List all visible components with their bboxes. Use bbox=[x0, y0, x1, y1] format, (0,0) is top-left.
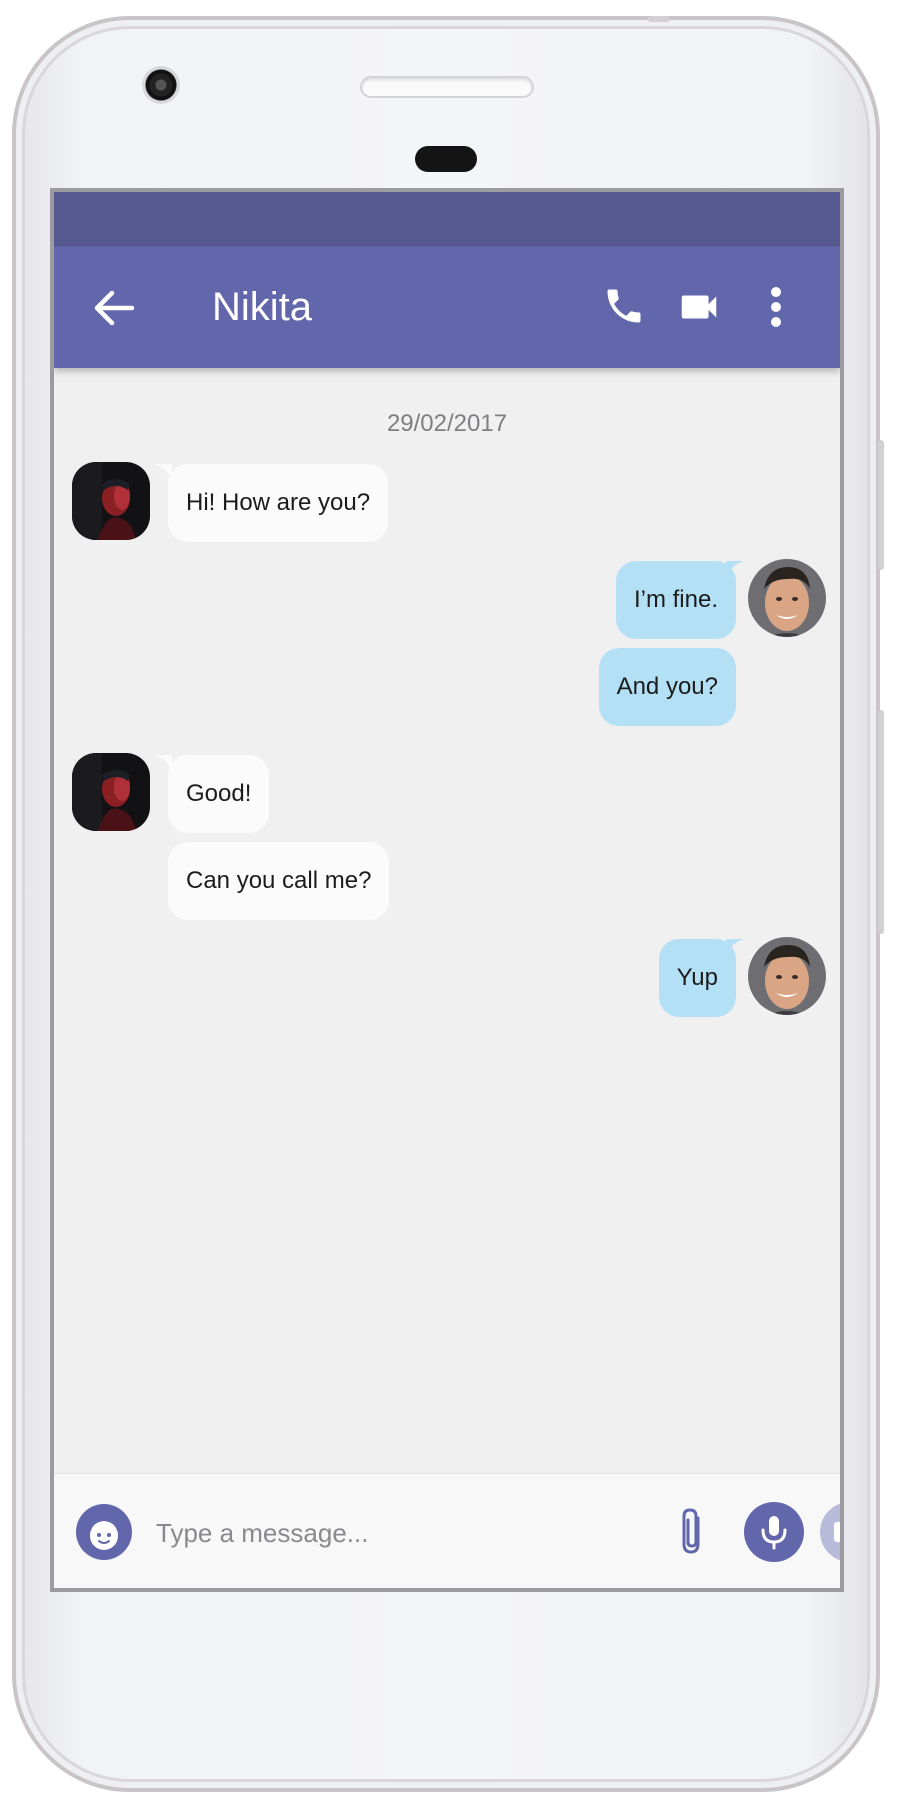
back-arrow-icon[interactable] bbox=[92, 288, 136, 328]
more-vert-icon[interactable] bbox=[766, 284, 786, 330]
app-bar: Nikita bbox=[54, 246, 840, 368]
status-bar bbox=[54, 192, 840, 246]
volume-button bbox=[878, 710, 884, 934]
message-bubble-incoming[interactable]: Good! bbox=[168, 755, 270, 833]
chat-date-divider: 29/02/2017 bbox=[386, 410, 508, 437]
power-button bbox=[878, 440, 884, 570]
contact-avatar[interactable] bbox=[72, 753, 150, 831]
phone-icon[interactable] bbox=[602, 284, 646, 328]
message-bubble-outgoing[interactable]: And you? bbox=[598, 648, 736, 726]
extra-action-button[interactable] bbox=[820, 1502, 840, 1562]
earpiece-speaker bbox=[360, 76, 534, 98]
front-camera bbox=[142, 66, 180, 104]
contact-avatar[interactable] bbox=[72, 462, 150, 540]
message-input[interactable] bbox=[154, 1504, 598, 1562]
proximity-sensor bbox=[415, 146, 477, 172]
paperclip-icon[interactable] bbox=[674, 1506, 710, 1558]
message-composer bbox=[54, 1473, 840, 1588]
user-avatar[interactable] bbox=[748, 937, 826, 1015]
microphone-button[interactable] bbox=[744, 1502, 804, 1562]
top-button bbox=[648, 16, 670, 22]
emoji-face-icon[interactable] bbox=[76, 1504, 132, 1560]
chat-screen: Nikita 29/02/2017 Hi! How are you? I’m f… bbox=[50, 188, 844, 1592]
microphone-icon bbox=[761, 1516, 787, 1550]
message-bubble-outgoing[interactable]: Yup bbox=[658, 939, 736, 1017]
message-bubble-incoming[interactable]: Can you call me? bbox=[168, 842, 390, 920]
message-bubble-incoming[interactable]: Hi! How are you? bbox=[168, 464, 389, 542]
video-message-icon bbox=[834, 1522, 840, 1542]
user-avatar[interactable] bbox=[748, 559, 826, 637]
message-bubble-outgoing[interactable]: I’m fine. bbox=[615, 561, 736, 639]
contact-name: Nikita bbox=[212, 285, 313, 329]
video-camera-icon[interactable] bbox=[676, 284, 722, 330]
